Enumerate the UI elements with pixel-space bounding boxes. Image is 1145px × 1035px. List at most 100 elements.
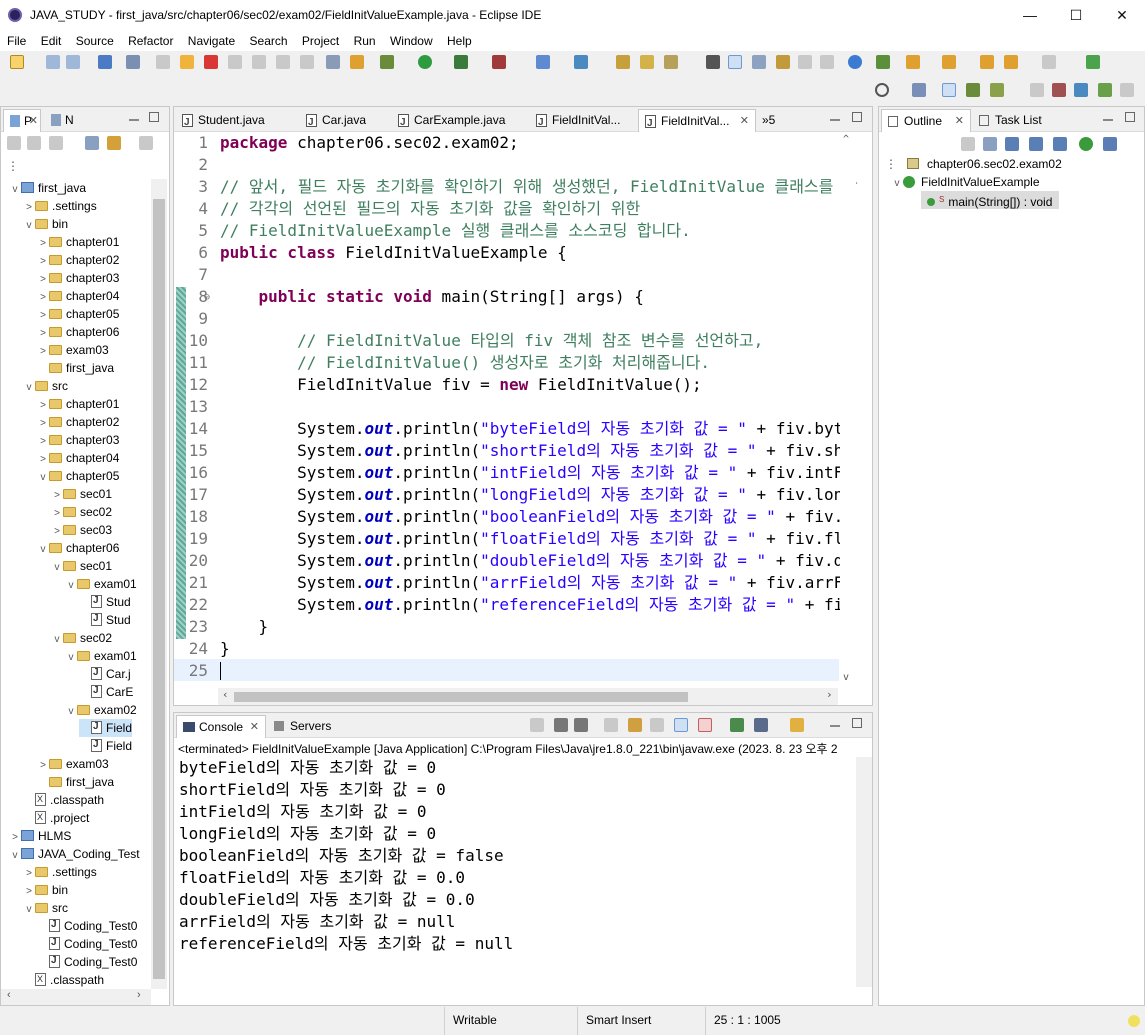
- menu-project[interactable]: Project: [298, 31, 343, 51]
- tree-item[interactable]: > chapter01: [37, 233, 119, 251]
- view-menu-icon[interactable]: [139, 136, 153, 150]
- tab-navigator[interactable]: N: [45, 109, 85, 132]
- tree-item[interactable]: first_java: [37, 773, 114, 791]
- tab-console[interactable]: Console ✕: [176, 715, 266, 738]
- chevron-down-icon[interactable]: v: [23, 901, 35, 919]
- scrollbar-thumb[interactable]: [153, 199, 165, 979]
- search-icon[interactable]: [875, 83, 889, 97]
- scroll-down-icon[interactable]: v: [843, 672, 849, 683]
- menu-window[interactable]: Window: [386, 31, 437, 51]
- tree-item[interactable]: CarE: [79, 682, 133, 701]
- close-button[interactable]: ✕: [1099, 0, 1145, 31]
- menu-help[interactable]: Help: [443, 31, 476, 51]
- tree-item[interactable]: > sec03: [51, 521, 112, 539]
- resume-icon[interactable]: [156, 55, 170, 69]
- chevron-down-icon[interactable]: v: [37, 541, 49, 559]
- new-java-project-icon[interactable]: [536, 55, 550, 69]
- tree-item[interactable]: Stud: [79, 610, 131, 629]
- maximize-view-icon[interactable]: [1125, 112, 1135, 122]
- collapse-all-icon[interactable]: [983, 137, 997, 151]
- close-icon[interactable]: ✕: [29, 110, 38, 132]
- tree-item[interactable]: v chapter05: [37, 467, 120, 487]
- terminal-icon[interactable]: [98, 55, 112, 69]
- block-select-icon[interactable]: [798, 55, 812, 69]
- explorer-hscroll[interactable]: ‹ ›: [1, 989, 151, 1005]
- view-menu-dots[interactable]: ⋮: [885, 157, 897, 171]
- terminate-icon[interactable]: [204, 55, 218, 69]
- chevron-down-icon[interactable]: v: [37, 469, 49, 487]
- view-icon-3[interactable]: [1098, 83, 1112, 97]
- maximize-view-icon[interactable]: [852, 718, 862, 728]
- run-icon[interactable]: [418, 55, 432, 69]
- use-step-filters-icon[interactable]: [350, 55, 364, 69]
- mark-occurrences-icon[interactable]: [728, 55, 742, 69]
- minimize-view-icon[interactable]: [830, 119, 840, 121]
- tab-car-java[interactable]: Car.java: [300, 109, 392, 132]
- tree-item[interactable]: .classpath: [23, 790, 104, 809]
- tree-item[interactable]: Coding_Test0: [37, 916, 137, 935]
- minimize-view-icon[interactable]: [830, 725, 840, 727]
- view-icon-2[interactable]: [1074, 83, 1088, 97]
- tree-item[interactable]: v exam01: [65, 575, 137, 593]
- tree-item[interactable]: > .settings: [23, 863, 97, 881]
- new-class-icon[interactable]: [574, 55, 588, 69]
- tree-item[interactable]: first_java: [37, 359, 114, 377]
- tree-item[interactable]: v exam02: [65, 701, 137, 719]
- menu-navigate[interactable]: Navigate: [184, 31, 239, 51]
- focus-icon[interactable]: [961, 137, 975, 151]
- tab-servers[interactable]: Servers: [268, 715, 338, 738]
- tree-item[interactable]: Coding_Test0: [37, 934, 137, 953]
- minimize-view-icon[interactable]: [1103, 119, 1113, 121]
- step-over-icon[interactable]: [276, 55, 290, 69]
- tree-item[interactable]: v sec01: [51, 557, 113, 575]
- tree-item[interactable]: > sec02: [51, 503, 112, 521]
- tree-item[interactable]: Field: [79, 718, 133, 737]
- remove-all-launches-icon[interactable]: [574, 718, 588, 732]
- terminate-console-icon[interactable]: [530, 718, 544, 732]
- collapse-all-icon[interactable]: [85, 136, 99, 150]
- tree-item[interactable]: > exam03: [37, 341, 109, 359]
- tree-item[interactable]: .project: [23, 808, 89, 827]
- chevron-down-icon[interactable]: v: [9, 181, 21, 199]
- tree-item[interactable]: > chapter06: [37, 323, 119, 341]
- toggle-annotation-icon[interactable]: [706, 55, 720, 69]
- tree-item[interactable]: v chapter06: [37, 539, 120, 559]
- link-editor-icon[interactable]: [107, 136, 121, 150]
- outline-class[interactable]: v FieldInitValueExample: [891, 173, 1040, 191]
- clear-console-icon[interactable]: [604, 718, 618, 732]
- new-icon[interactable]: [10, 55, 24, 69]
- open-console-icon[interactable]: [790, 718, 804, 732]
- tree-item[interactable]: > sec01: [51, 485, 112, 503]
- console-output[interactable]: byteField의 자동 초기화 값 = 0 shortField의 자동 초기…: [179, 757, 849, 955]
- tree-item[interactable]: > exam03: [37, 755, 109, 773]
- fold-toggle-icon[interactable]: ⊖: [204, 292, 210, 303]
- save-icon[interactable]: [46, 55, 60, 69]
- editor-hscroll[interactable]: ‹ ›: [218, 688, 838, 705]
- open-perspective-btn-icon[interactable]: [912, 83, 926, 97]
- tree-item[interactable]: > chapter03: [37, 269, 119, 287]
- scroll-up-icon[interactable]: ^: [843, 134, 849, 145]
- menu-file[interactable]: File: [3, 31, 30, 51]
- tree-item[interactable]: > bin: [23, 881, 68, 899]
- tab-overflow[interactable]: »5: [758, 109, 788, 132]
- maximize-view-icon[interactable]: [852, 112, 862, 122]
- hide-local-types-icon[interactable]: [1103, 137, 1117, 151]
- scroll-right-icon[interactable]: ›: [826, 688, 833, 701]
- console-vscroll[interactable]: [856, 757, 872, 987]
- next-annotation-icon[interactable]: [906, 55, 920, 69]
- open-type-icon[interactable]: [616, 55, 630, 69]
- maximize-button[interactable]: ☐: [1053, 0, 1099, 31]
- scroll-left-icon[interactable]: ‹: [222, 688, 229, 701]
- tree-item[interactable]: > chapter04: [37, 287, 119, 305]
- chevron-down-icon[interactable]: v: [65, 577, 77, 595]
- tree-item[interactable]: > .settings: [23, 197, 97, 215]
- sort-icon[interactable]: [1005, 137, 1019, 151]
- chevron-down-icon[interactable]: v: [23, 379, 35, 397]
- coverage-icon[interactable]: [454, 55, 468, 69]
- tree-item[interactable]: > chapter02: [37, 251, 119, 269]
- tree-item[interactable]: > chapter04: [37, 449, 119, 467]
- close-icon[interactable]: ✕: [250, 716, 259, 738]
- explorer-scrollbar[interactable]: [151, 179, 167, 989]
- view-icon-4[interactable]: [1120, 83, 1134, 97]
- chevron-down-icon[interactable]: v: [9, 847, 21, 865]
